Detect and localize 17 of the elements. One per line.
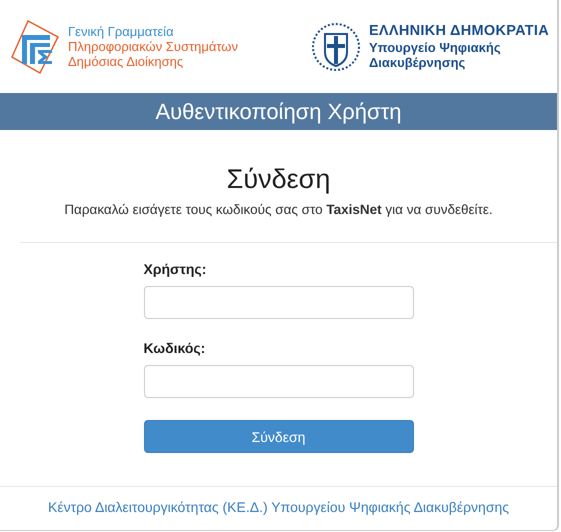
input-field[interactable] — [144, 365, 414, 398]
logo-text-line: Γενική Γραμματεία — [68, 24, 175, 39]
logo-text-line: Πληροφοριακών Συστημάτων — [68, 39, 238, 54]
ministry-name-line: Διακυβέρνησης — [368, 55, 466, 70]
input-field[interactable] — [144, 286, 414, 320]
field-label: Κωδικός: — [144, 339, 206, 358]
banner-title: Αυθεντικοποίηση Χρήστη — [0, 93, 557, 130]
ministry-title: ΕΛΛΗΝΙΚΗ ΔΗΜΟΚΡΑΤΙΑ — [368, 23, 549, 40]
coat-of-arms-icon — [310, 22, 361, 72]
logo-icon — [10, 18, 60, 74]
login-heading: Σύνδεση — [226, 163, 332, 196]
field-label: Χρήστης: — [144, 260, 208, 280]
footer-link[interactable]: Κέντρο Διαλειτουργικότητας (ΚΕ.Δ.) Υπουργείου Ψηφιακής Διακυβέρνησης — [48, 499, 510, 515]
ministry-name-line: Υπουργείο Ψηφιακής — [368, 40, 502, 55]
instructions-text: Παρακαλώ εισάγετε τους κωδικούς σας στο TaxisNet για να συνδεθείτε. — [63, 201, 494, 219]
logo-text-line: Δημόσιας Διοίκησης — [68, 54, 184, 69]
submit-button[interactable]: Σύνδεση — [144, 420, 414, 454]
